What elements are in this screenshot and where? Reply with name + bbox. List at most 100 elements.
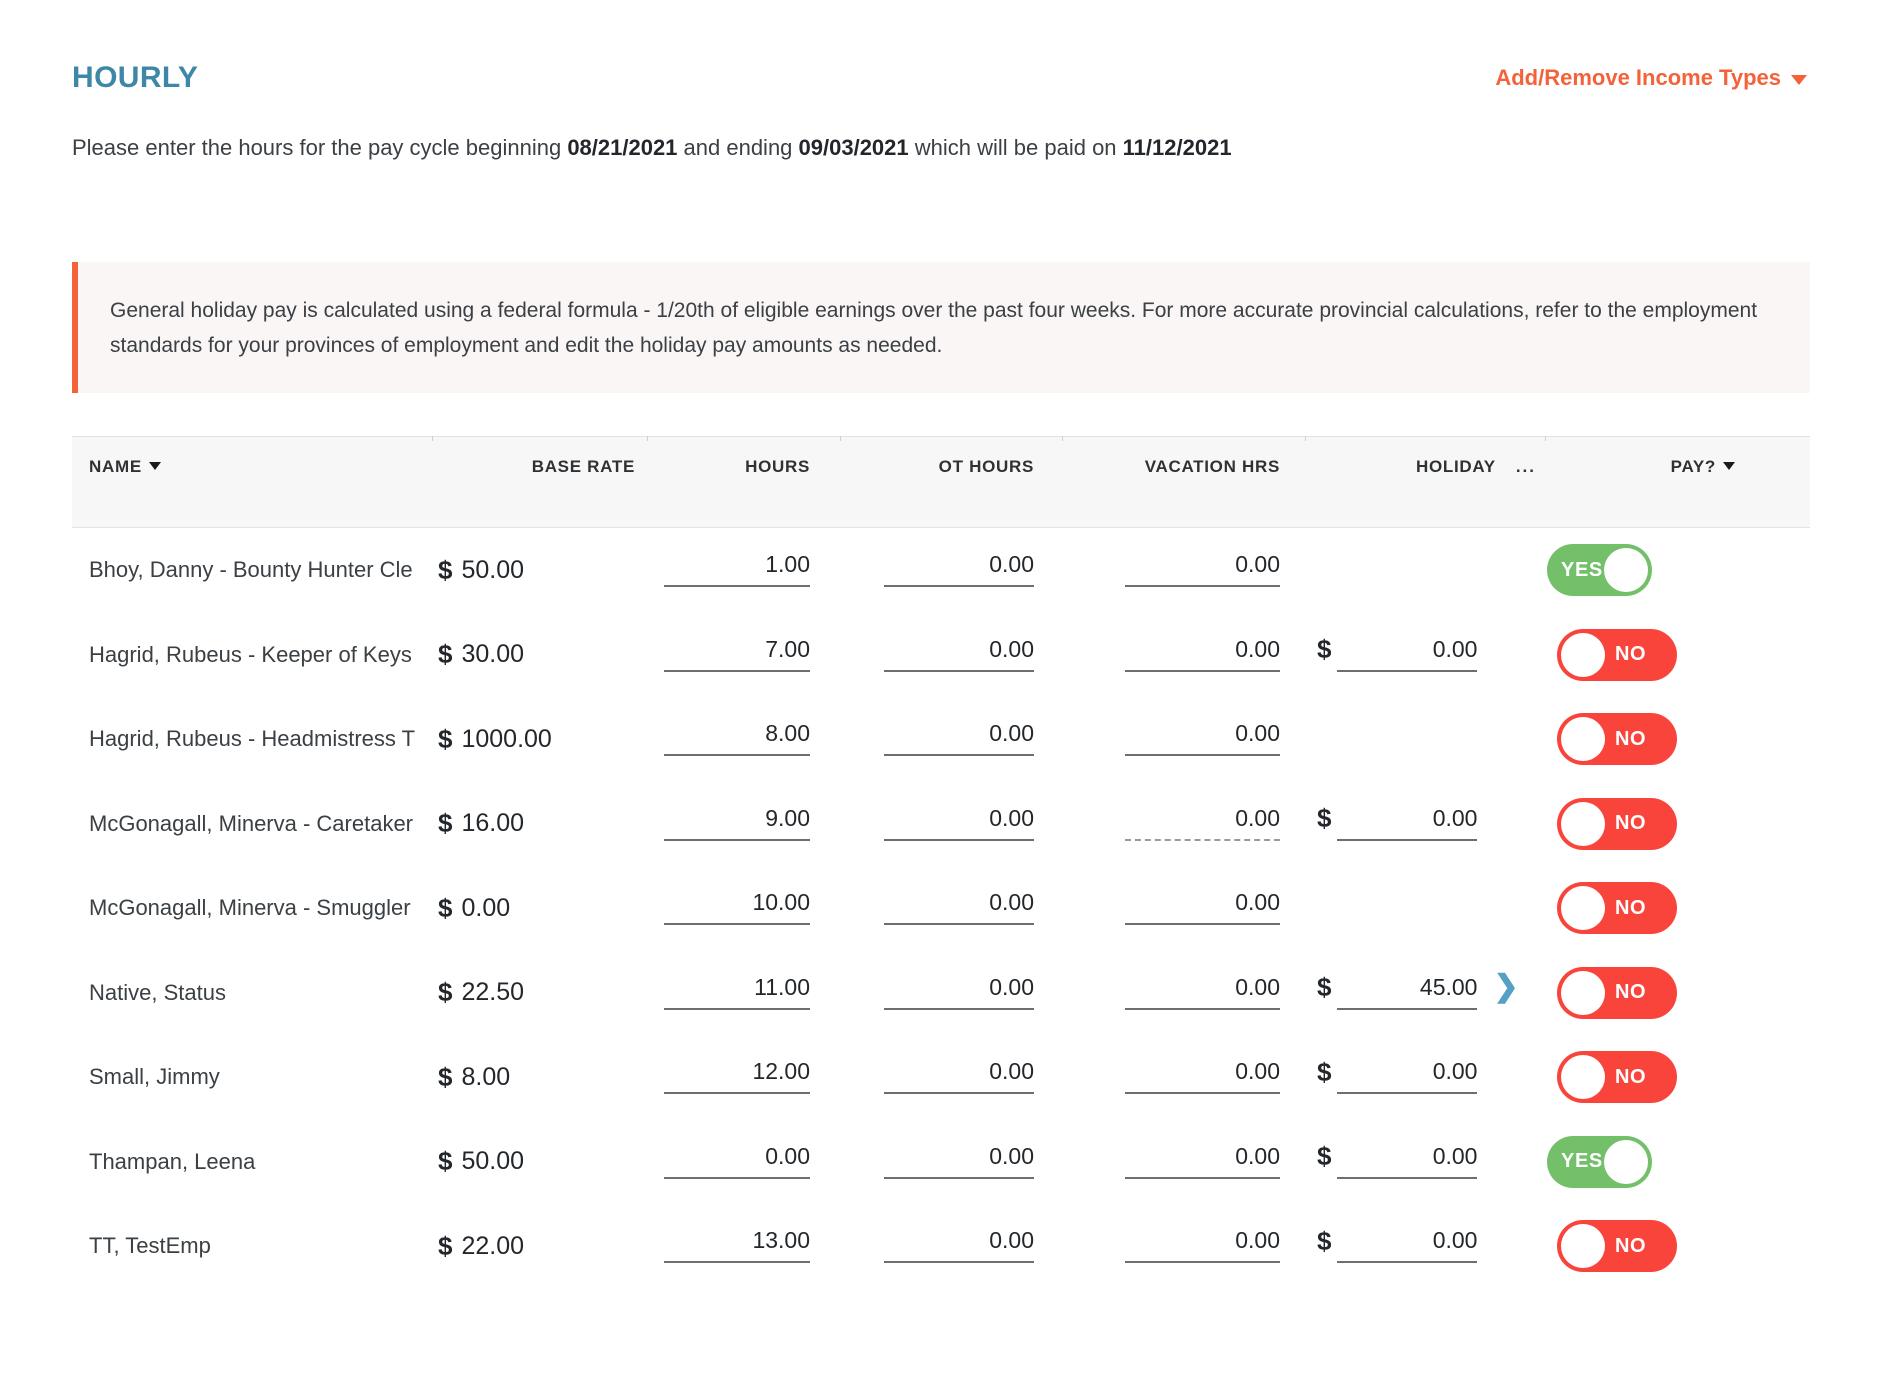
hours-input[interactable]: 8.00 [664, 722, 810, 757]
currency-symbol: $ [438, 977, 453, 1008]
pay-toggle[interactable]: NO [1557, 966, 1677, 1019]
ot-hours-input[interactable]: 0.00 [884, 553, 1034, 588]
currency-symbol: $ [438, 1146, 453, 1177]
table-row: Thampan, Leena $50.00 0.00 0.00 0.00 $0.00 YES [72, 1120, 1810, 1205]
vacation-hrs-cell: 0.00 [1062, 1035, 1305, 1120]
base-rate-value: $22.50 [432, 951, 647, 1036]
pay-toggle-knob [1561, 632, 1605, 677]
pay-toggle-label: NO [1615, 981, 1647, 1004]
column-header-pay[interactable]: PAY? [1545, 436, 1810, 527]
holiday-pay-input[interactable]: 45.00 [1337, 975, 1478, 1010]
hours-cell: 0.00 [647, 1120, 840, 1205]
pay-cycle-text-2: and ending [677, 135, 799, 160]
pay-toggle[interactable]: YES [1547, 544, 1652, 597]
column-header-name[interactable]: NAME [72, 437, 432, 527]
holiday-pay-cell: $0.00 [1305, 782, 1545, 867]
pay-toggle[interactable]: NO [1557, 1051, 1677, 1104]
holiday-pay-input[interactable]: 0.00 [1337, 1060, 1478, 1095]
currency-symbol: $ [438, 639, 453, 670]
ot-hours-input[interactable]: 0.00 [884, 806, 1034, 841]
holiday-pay-info-banner: General holiday pay is calculated using … [72, 262, 1810, 394]
column-header-hours-label: HOURS [745, 457, 810, 476]
currency-symbol: $ [438, 808, 453, 839]
pay-toggle[interactable]: YES [1547, 1135, 1652, 1188]
hours-input[interactable]: 1.00 [664, 553, 810, 588]
hours-input[interactable]: 13.00 [664, 1229, 810, 1264]
column-header-holiday-label: HOLIDAY [1415, 457, 1496, 476]
pay-toggle-cell: YES [1545, 528, 1810, 613]
holiday-pay-cell-empty [1305, 697, 1545, 782]
pay-toggle-label: NO [1615, 812, 1647, 835]
column-header-name-label: NAME [89, 457, 142, 476]
pay-toggle-knob [1561, 886, 1605, 931]
hours-input[interactable]: 11.00 [664, 975, 810, 1010]
base-rate-amount: 0.00 [461, 893, 511, 922]
hours-input[interactable]: 7.00 [664, 637, 810, 672]
vacation-hrs-input[interactable]: 0.00 [1125, 806, 1280, 841]
hours-input[interactable]: 0.00 [664, 1144, 810, 1179]
add-remove-income-types-button[interactable]: Add/Remove Income Types [1495, 65, 1807, 91]
ot-hours-input[interactable]: 0.00 [884, 1229, 1034, 1264]
base-rate-amount: 22.00 [461, 1231, 525, 1260]
pay-toggle-label: NO [1615, 1234, 1647, 1257]
vacation-hrs-input[interactable]: 0.00 [1125, 1060, 1280, 1095]
ot-hours-input[interactable]: 0.00 [884, 722, 1034, 757]
vacation-hrs-input[interactable]: 0.00 [1125, 1229, 1280, 1264]
vacation-hrs-cell: 0.00 [1062, 697, 1305, 782]
currency-symbol: $ [1317, 972, 1332, 1003]
pay-toggle-label: NO [1615, 643, 1647, 666]
vacation-hrs-input[interactable]: 0.00 [1125, 637, 1280, 672]
pay-toggle[interactable]: NO [1557, 797, 1677, 850]
ot-hours-cell: 0.00 [840, 1204, 1062, 1289]
vacation-hrs-cell: 0.00 [1062, 951, 1305, 1036]
pay-cycle-begin-date: 08/21/2021 [567, 135, 678, 160]
column-header-overflow-icon[interactable]: ... [1516, 457, 1536, 477]
vacation-hrs-input[interactable]: 0.00 [1125, 1144, 1280, 1179]
table-row: TT, TestEmp $22.00 13.00 0.00 0.00 $0.00 NO [72, 1204, 1810, 1289]
holiday-pay-input[interactable]: 0.00 [1337, 1144, 1478, 1179]
hours-cell: 10.00 [647, 866, 840, 951]
pay-toggle[interactable]: NO [1557, 713, 1677, 766]
pay-toggle-knob [1561, 717, 1605, 762]
pay-toggle[interactable]: NO [1557, 882, 1677, 935]
vacation-hrs-input[interactable]: 0.00 [1125, 975, 1280, 1010]
vacation-hrs-cell: 0.00 [1062, 866, 1305, 951]
ot-hours-cell: 0.00 [840, 1035, 1062, 1120]
chevron-right-icon[interactable]: ❯ [1493, 971, 1518, 1002]
hours-input[interactable]: 10.00 [664, 891, 810, 926]
pay-toggle-cell: NO [1545, 951, 1810, 1036]
ot-hours-input[interactable]: 0.00 [884, 1144, 1034, 1179]
vacation-hrs-input[interactable]: 0.00 [1125, 722, 1280, 757]
hours-input[interactable]: 12.00 [664, 1060, 810, 1095]
holiday-pay-cell: $0.00 [1305, 1035, 1545, 1120]
pay-toggle-knob [1604, 548, 1648, 593]
holiday-pay-cell: $45.00 ❯ [1305, 951, 1545, 1036]
pay-toggle-cell: NO [1545, 613, 1810, 698]
pay-toggle[interactable]: NO [1557, 1220, 1677, 1273]
ot-hours-input[interactable]: 0.00 [884, 891, 1034, 926]
ot-hours-input[interactable]: 0.00 [884, 637, 1034, 672]
ot-hours-input[interactable]: 0.00 [884, 1060, 1034, 1095]
holiday-pay-input[interactable]: 0.00 [1337, 637, 1478, 672]
base-rate-value: $0.00 [432, 866, 647, 951]
vacation-hrs-input[interactable]: 0.00 [1125, 891, 1280, 926]
ot-hours-cell: 0.00 [840, 1120, 1062, 1205]
ot-hours-cell: 0.00 [840, 866, 1062, 951]
table-header-row: NAME BASE RATE HOURS OT HOURS VACATION H… [72, 436, 1810, 528]
pay-toggle-cell: NO [1545, 697, 1810, 782]
base-rate-amount: 50.00 [461, 555, 525, 584]
pay-toggle[interactable]: NO [1557, 628, 1677, 681]
currency-symbol: $ [438, 1061, 453, 1092]
ot-hours-cell: 0.00 [840, 951, 1062, 1036]
holiday-pay-input[interactable]: 0.00 [1337, 806, 1478, 841]
hours-cell: 7.00 [647, 613, 840, 698]
currency-symbol: $ [1317, 1141, 1332, 1172]
vacation-hrs-input[interactable]: 0.00 [1125, 553, 1280, 588]
hours-input[interactable]: 9.00 [664, 806, 810, 841]
currency-symbol: $ [438, 554, 453, 585]
holiday-pay-input[interactable]: 0.00 [1337, 1229, 1478, 1264]
table-row: Small, Jimmy $8.00 12.00 0.00 0.00 $0.00 NO [72, 1035, 1810, 1120]
ot-hours-cell: 0.00 [840, 697, 1062, 782]
ot-hours-input[interactable]: 0.00 [884, 975, 1034, 1010]
holiday-pay-cell-empty [1305, 528, 1545, 613]
